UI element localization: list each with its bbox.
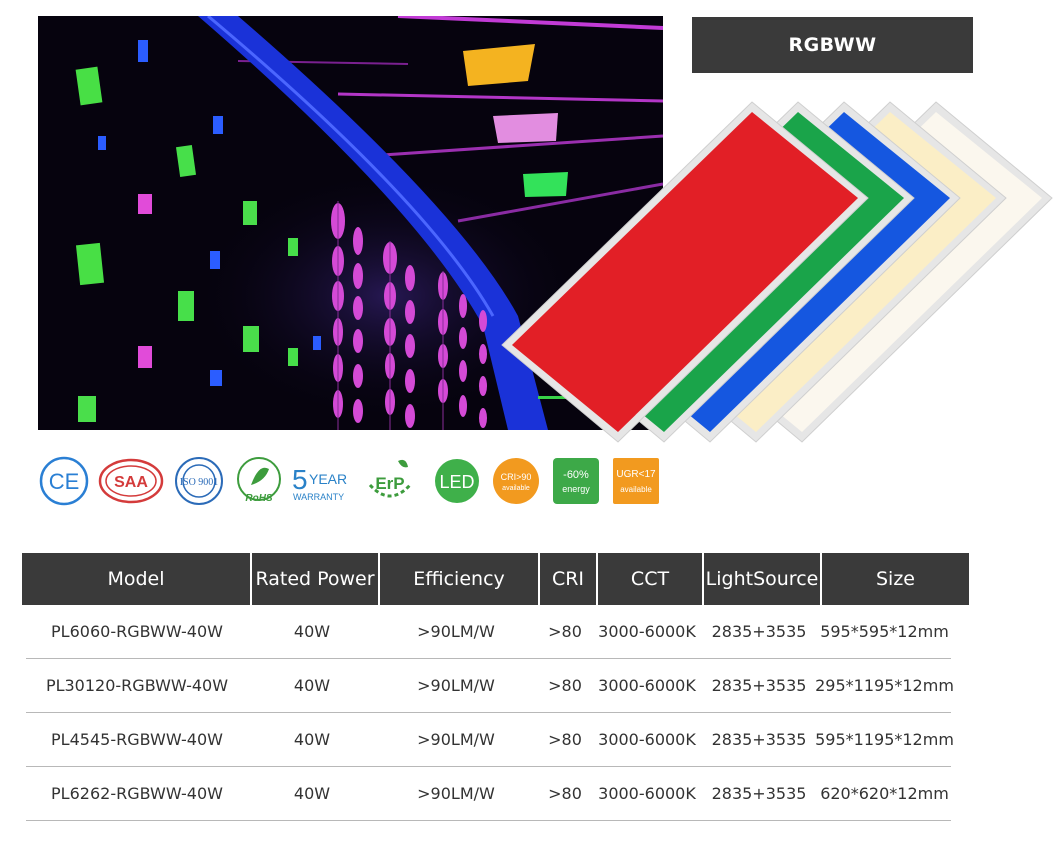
cell-size: 620*620*12mm bbox=[820, 784, 949, 803]
warranty-label: WARRANTY bbox=[293, 492, 344, 502]
ugr-icon: UGR<17 available bbox=[610, 452, 662, 510]
cell-cct: 3000-6000K bbox=[598, 676, 696, 695]
cell-light-source: 2835+3535 bbox=[711, 622, 807, 641]
energy-icon: -60% energy bbox=[550, 452, 602, 510]
panel-color-stack bbox=[490, 80, 1055, 470]
cell-cri: >80 bbox=[548, 784, 582, 803]
header-size: Size bbox=[822, 553, 969, 605]
cell-efficiency: >90LM/W bbox=[417, 730, 495, 749]
iso-9001-label: ISO 9001 bbox=[180, 477, 219, 488]
table-row: PL6262-RGBWW-40W 40W >90LM/W >80 3000-60… bbox=[26, 767, 951, 821]
header-model: Model bbox=[22, 553, 252, 605]
cell-efficiency: >90LM/W bbox=[417, 676, 495, 695]
cell-cri: >80 bbox=[548, 730, 582, 749]
led-label: LED bbox=[439, 472, 474, 492]
ce-mark-icon: CE bbox=[36, 452, 92, 510]
cell-model: PL6262-RGBWW-40W bbox=[51, 784, 223, 803]
header-rated-power: Rated Power bbox=[252, 553, 380, 605]
erp-icon: ErP bbox=[362, 452, 418, 510]
cell-model: PL4545-RGBWW-40W bbox=[51, 730, 223, 749]
cell-rated-power: 40W bbox=[293, 730, 331, 749]
table-row: PL4545-RGBWW-40W 40W >90LM/W >80 3000-60… bbox=[26, 713, 954, 767]
cell-light-source: 2835+3535 bbox=[711, 676, 807, 695]
ugr-label: UGR<17 bbox=[616, 469, 656, 480]
spec-table-header: Model Rated Power Efficiency CRI CCT Lig… bbox=[22, 553, 969, 605]
ce-mark-label: CE bbox=[49, 469, 80, 494]
cell-cct: 3000-6000K bbox=[598, 730, 696, 749]
cell-light-source: 2835+3535 bbox=[711, 730, 807, 749]
saa-mark-icon: SAA bbox=[98, 452, 164, 510]
warranty-year-label: YEAR bbox=[309, 471, 347, 487]
cell-cri: >80 bbox=[548, 622, 582, 641]
cri-label: CRI>90 bbox=[501, 472, 532, 482]
header-cri: CRI bbox=[540, 553, 598, 605]
iso-9001-icon: ISO 9001 bbox=[172, 452, 226, 510]
cell-rated-power: 40W bbox=[293, 622, 331, 641]
header-light-source: LightSource bbox=[704, 553, 822, 605]
warranty-icon: 5 YEAR WARRANTY bbox=[290, 452, 356, 510]
cell-cct: 3000-6000K bbox=[598, 622, 696, 641]
cell-rated-power: 40W bbox=[293, 676, 331, 695]
cell-cri: >80 bbox=[548, 676, 582, 695]
cell-efficiency: >90LM/W bbox=[417, 784, 495, 803]
saa-mark-label: SAA bbox=[114, 474, 148, 491]
cell-size: 595*595*12mm bbox=[820, 622, 949, 641]
cell-size: 295*1195*12mm bbox=[815, 676, 954, 695]
rohs-icon: RoHS bbox=[232, 452, 286, 510]
energy-label: -60% bbox=[563, 469, 589, 481]
cell-light-source: 2835+3535 bbox=[711, 784, 807, 803]
header-efficiency: Efficiency bbox=[380, 553, 540, 605]
cell-model: PL6060-RGBWW-40W bbox=[51, 622, 223, 641]
cell-model: PL30120-RGBWW-40W bbox=[45, 676, 229, 695]
table-row: PL6060-RGBWW-40W 40W >90LM/W >80 3000-60… bbox=[26, 605, 951, 659]
rgbww-title-badge: RGBWW bbox=[692, 17, 973, 73]
led-icon: LED bbox=[432, 452, 482, 510]
certification-row: CE SAA ISO 9001 RoHS 5 YEAR WARRANTY ErP… bbox=[36, 452, 676, 512]
panel-stack-graphic bbox=[501, 101, 1053, 443]
cell-size: 595*1195*12mm bbox=[815, 730, 954, 749]
cell-cct: 3000-6000K bbox=[598, 784, 696, 803]
ugr-sub-label: available bbox=[620, 485, 652, 494]
cell-rated-power: 40W bbox=[293, 784, 331, 803]
spec-table: Model Rated Power Efficiency CRI CCT Lig… bbox=[22, 553, 969, 821]
cri-icon: CRI>90 available bbox=[490, 452, 542, 510]
warranty-years: 5 bbox=[292, 464, 308, 495]
cell-efficiency: >90LM/W bbox=[417, 622, 495, 641]
energy-sub-label: energy bbox=[562, 484, 590, 494]
erp-label: ErP bbox=[375, 474, 404, 493]
rohs-label: RoHS bbox=[245, 493, 273, 504]
table-row: PL30120-RGBWW-40W 40W >90LM/W >80 3000-6… bbox=[26, 659, 954, 713]
header-cct: CCT bbox=[598, 553, 704, 605]
cri-sub-label: available bbox=[502, 485, 530, 492]
